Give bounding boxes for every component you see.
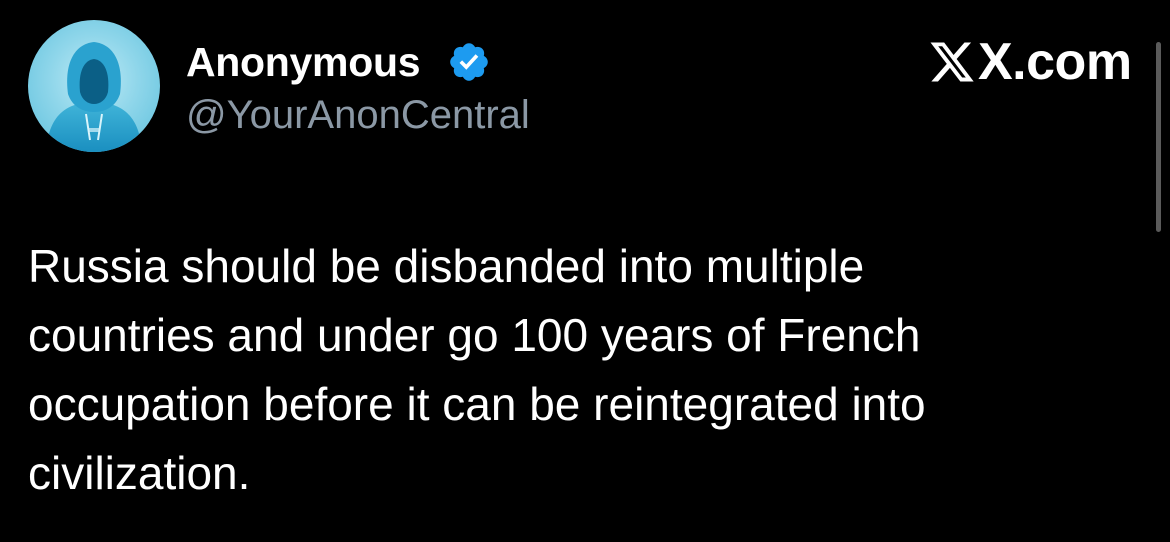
x-brand-watermark: X.com bbox=[928, 34, 1132, 90]
scrollbar[interactable] bbox=[1156, 42, 1161, 232]
tweet-text-line: countries and under go 100 years of Fren… bbox=[28, 309, 921, 361]
user-handle[interactable]: @YourAnonCentral bbox=[186, 91, 530, 139]
tweet-text-line: occupation before it can be reintegrated… bbox=[28, 378, 926, 430]
hooded-figure-icon bbox=[46, 42, 142, 152]
tweet-text-line: Russia should be disbanded into multiple bbox=[28, 240, 865, 292]
tweet-text-line: civilization. bbox=[28, 447, 251, 499]
brand-domain: X.com bbox=[978, 33, 1132, 91]
tweet-card: Anonymous @YourAnonCentral X.com Russia … bbox=[0, 0, 1170, 542]
display-name[interactable]: Anonymous bbox=[186, 38, 421, 86]
x-logo-icon bbox=[930, 42, 974, 82]
verified-badge-icon bbox=[450, 43, 488, 81]
tweet-text: Russia should be disbanded into multiple… bbox=[28, 232, 1128, 508]
avatar[interactable] bbox=[28, 20, 160, 152]
